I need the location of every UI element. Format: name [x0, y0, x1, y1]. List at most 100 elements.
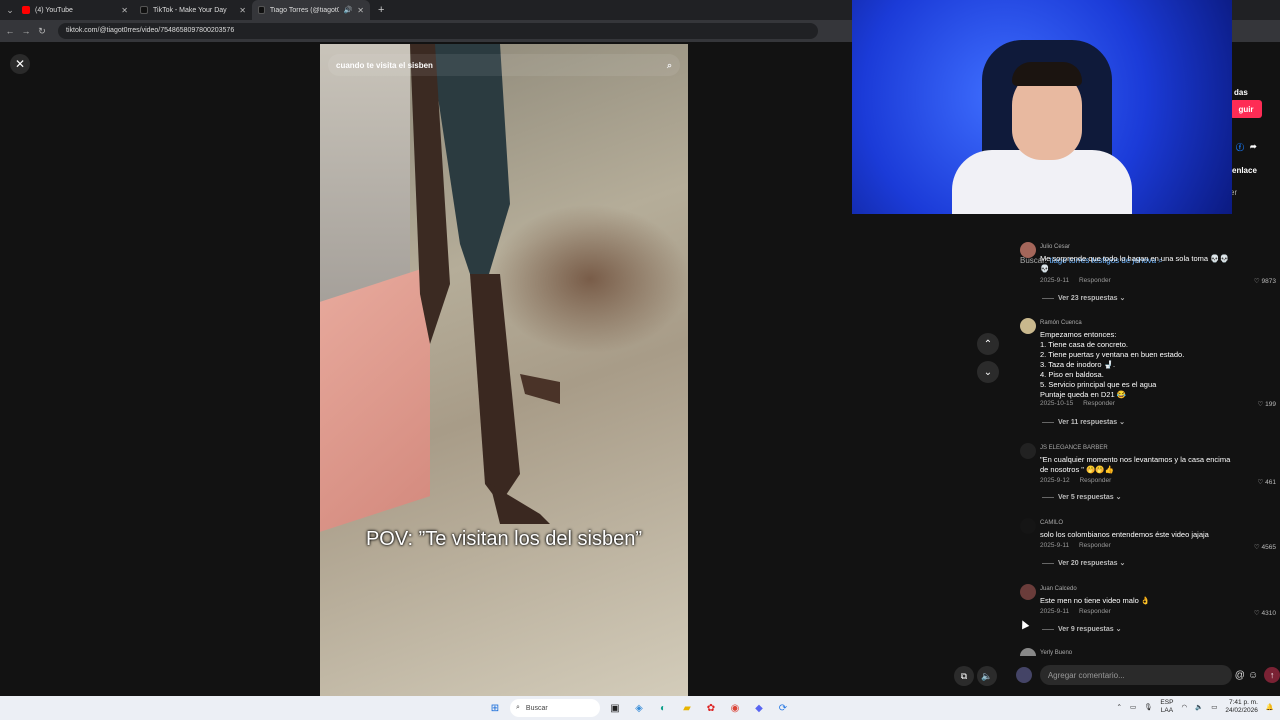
video-player[interactable]: cuando te visita el sisben ⌕ POV: ”Te vi…: [320, 44, 688, 696]
comment-author[interactable]: Julio Cesar: [1040, 244, 1070, 250]
comment-text: "En cualquier momento nos levantamos y l…: [1040, 455, 1231, 474]
edge-icon[interactable]: ◐: [654, 699, 672, 717]
like-count[interactable]: ♡ 9873: [1254, 277, 1276, 285]
tab-tiktok[interactable]: TikTok - Make Your Day ✕: [134, 0, 252, 20]
share-arrow-icon[interactable]: ➦: [1250, 142, 1257, 153]
previous-video-button[interactable]: ⌃: [977, 333, 999, 355]
microphone-icon[interactable]: 🎙: [1144, 703, 1152, 711]
close-video-button[interactable]: ✕: [10, 54, 30, 74]
reply-button[interactable]: Responder: [1079, 277, 1111, 284]
comment-author[interactable]: JS ELEGANCE BARBER: [1040, 445, 1108, 451]
clock-date: 24/02/2026: [1225, 707, 1258, 714]
comment-meta: 2025-9-12 Responder: [1040, 477, 1111, 484]
tiktok-favicon-icon: [140, 6, 148, 14]
task-view-icon[interactable]: ▣: [606, 699, 624, 717]
view-replies-label: Ver 5 respuestas: [1058, 494, 1114, 501]
file-explorer-icon[interactable]: ▰: [678, 699, 696, 717]
view-replies-button[interactable]: Ver 9 respuestas ⌄: [1042, 625, 1121, 633]
tab-youtube[interactable]: (4) YouTube ✕: [16, 0, 134, 20]
reply-button[interactable]: Responder: [1079, 542, 1111, 549]
close-tab-icon[interactable]: ✕: [239, 6, 246, 15]
like-count[interactable]: ♡ 461: [1258, 478, 1277, 486]
comment-bar: Agregar comentario... @ ☺ ↑: [1012, 664, 1280, 686]
like-count[interactable]: ♡ 4310: [1254, 609, 1276, 617]
video-search-bar[interactable]: cuando te visita el sisben ⌕: [328, 54, 680, 76]
comment-author[interactable]: Yerly Bueno: [1040, 650, 1072, 656]
avatar[interactable]: [1020, 518, 1036, 534]
like-count[interactable]: ♡ 199: [1258, 400, 1277, 408]
forward-icon[interactable]: →: [20, 26, 32, 36]
view-replies-button[interactable]: Ver 5 respuestas ⌄: [1042, 493, 1121, 501]
webcam-overlay: [852, 0, 1232, 214]
url-input[interactable]: tiktok.com/@tiagot0rres/video/7548658097…: [58, 23, 818, 39]
comments-list[interactable]: Julio Cesar Me sorprende que todo lo hag…: [1018, 240, 1280, 656]
comment-author[interactable]: Ramón Cuenca: [1040, 320, 1082, 326]
send-comment-button[interactable]: ↑: [1264, 667, 1280, 683]
windows-start-icon[interactable]: ⊞: [486, 699, 504, 717]
tab-search-icon[interactable]: ⌄: [4, 5, 16, 16]
comment-date: 2025-9-12: [1040, 477, 1070, 484]
app-icon[interactable]: ✿: [702, 699, 720, 717]
reply-button[interactable]: Responder: [1079, 608, 1111, 615]
discord-icon[interactable]: ◆: [750, 699, 768, 717]
close-tab-icon[interactable]: ✕: [121, 6, 128, 15]
search-icon[interactable]: ⌕: [667, 60, 672, 71]
facebook-icon[interactable]: ⓕ: [1236, 142, 1244, 153]
view-replies-button[interactable]: Ver 20 respuestas ⌄: [1042, 559, 1125, 567]
volume-icon[interactable]: 🔈: [1195, 703, 1203, 711]
avatar[interactable]: [1020, 242, 1036, 258]
windows-taskbar: ⊞ ⌕ Buscar ▣ ◈ ◐ ▰ ✿ ◉ ◆ ⟳ ⌃ ▭ 🎙 ESP LAA…: [0, 696, 1280, 720]
comment-author[interactable]: CAMILO: [1040, 520, 1063, 526]
avatar[interactable]: [1020, 443, 1036, 459]
language-indicator[interactable]: ESP LAA: [1160, 699, 1173, 715]
chrome-icon[interactable]: ◉: [726, 699, 744, 717]
copy-link-button[interactable]: enlace: [1232, 166, 1257, 175]
reply-button[interactable]: Responder: [1079, 477, 1111, 484]
tab-tiago-torres[interactable]: Tiago Torres (@tiagot0rres) 🔊 ✕: [252, 0, 370, 20]
volume-icon[interactable]: 🔈: [977, 666, 997, 686]
avatar[interactable]: [1020, 318, 1036, 334]
mention-icon[interactable]: @: [1235, 670, 1245, 681]
follow-button[interactable]: guir: [1230, 100, 1262, 118]
notifications-icon[interactable]: 🔔: [1266, 703, 1274, 711]
reload-icon[interactable]: ↻: [36, 26, 48, 37]
video-caption: POV: ”Te visitan los del sisben”: [365, 528, 643, 550]
wifi-icon[interactable]: ◠: [1181, 703, 1187, 711]
clock[interactable]: 7:41 p. m. 24/02/2026: [1225, 699, 1258, 715]
back-icon[interactable]: ←: [4, 26, 16, 36]
next-video-button[interactable]: ⌄: [977, 361, 999, 383]
comment-text: Este men no tiene video malo 👌: [1040, 596, 1151, 605]
language-line-2: LAA: [1160, 707, 1174, 714]
view-replies-label: Ver 23 respuestas: [1058, 295, 1118, 302]
share-row: ⓕ ➦: [1236, 142, 1257, 153]
reply-button[interactable]: Responder: [1083, 400, 1115, 407]
comment-text: Empezamos entonces: 1. Tiene casa de con…: [1040, 330, 1185, 399]
youtube-favicon-icon: [22, 6, 30, 14]
comment-input[interactable]: Agregar comentario...: [1039, 665, 1232, 685]
app-icon[interactable]: ⟳: [774, 699, 792, 717]
tiktok-favicon-icon: [258, 6, 265, 14]
pip-icon[interactable]: ⧉: [954, 666, 974, 686]
tab-label: (4) YouTube: [35, 6, 73, 14]
new-tab-button[interactable]: +: [378, 4, 384, 16]
view-replies-button[interactable]: Ver 11 respuestas ⌄: [1042, 418, 1125, 426]
comment-author[interactable]: Juan Calcedo: [1040, 586, 1077, 592]
comment-meta: 2025-9-11 Responder: [1040, 542, 1111, 549]
battery-icon[interactable]: ▭: [1211, 703, 1217, 711]
video-search-text: cuando te visita el sisben: [336, 60, 433, 70]
view-replies-button[interactable]: Ver 23 respuestas ⌄: [1042, 294, 1125, 302]
view-replies-label: Ver 20 respuestas: [1058, 560, 1118, 567]
taskbar-search[interactable]: ⌕ Buscar: [510, 699, 600, 717]
comment-meta: 2025-9-11 Responder: [1040, 608, 1111, 615]
avatar[interactable]: [1020, 584, 1036, 600]
chevron-up-icon[interactable]: ⌃: [1117, 703, 1122, 711]
app-tray-icon[interactable]: ▭: [1130, 703, 1136, 711]
speaker-icon[interactable]: 🔊: [344, 6, 353, 14]
like-count-value: 9873: [1261, 278, 1276, 285]
close-tab-icon[interactable]: ✕: [357, 6, 364, 15]
avatar[interactable]: [1020, 648, 1036, 656]
search-icon: ⌕: [516, 704, 520, 711]
widgets-icon[interactable]: ◈: [630, 699, 648, 717]
emoji-icon[interactable]: ☺: [1248, 670, 1258, 681]
like-count[interactable]: ♡ 4565: [1254, 543, 1276, 551]
